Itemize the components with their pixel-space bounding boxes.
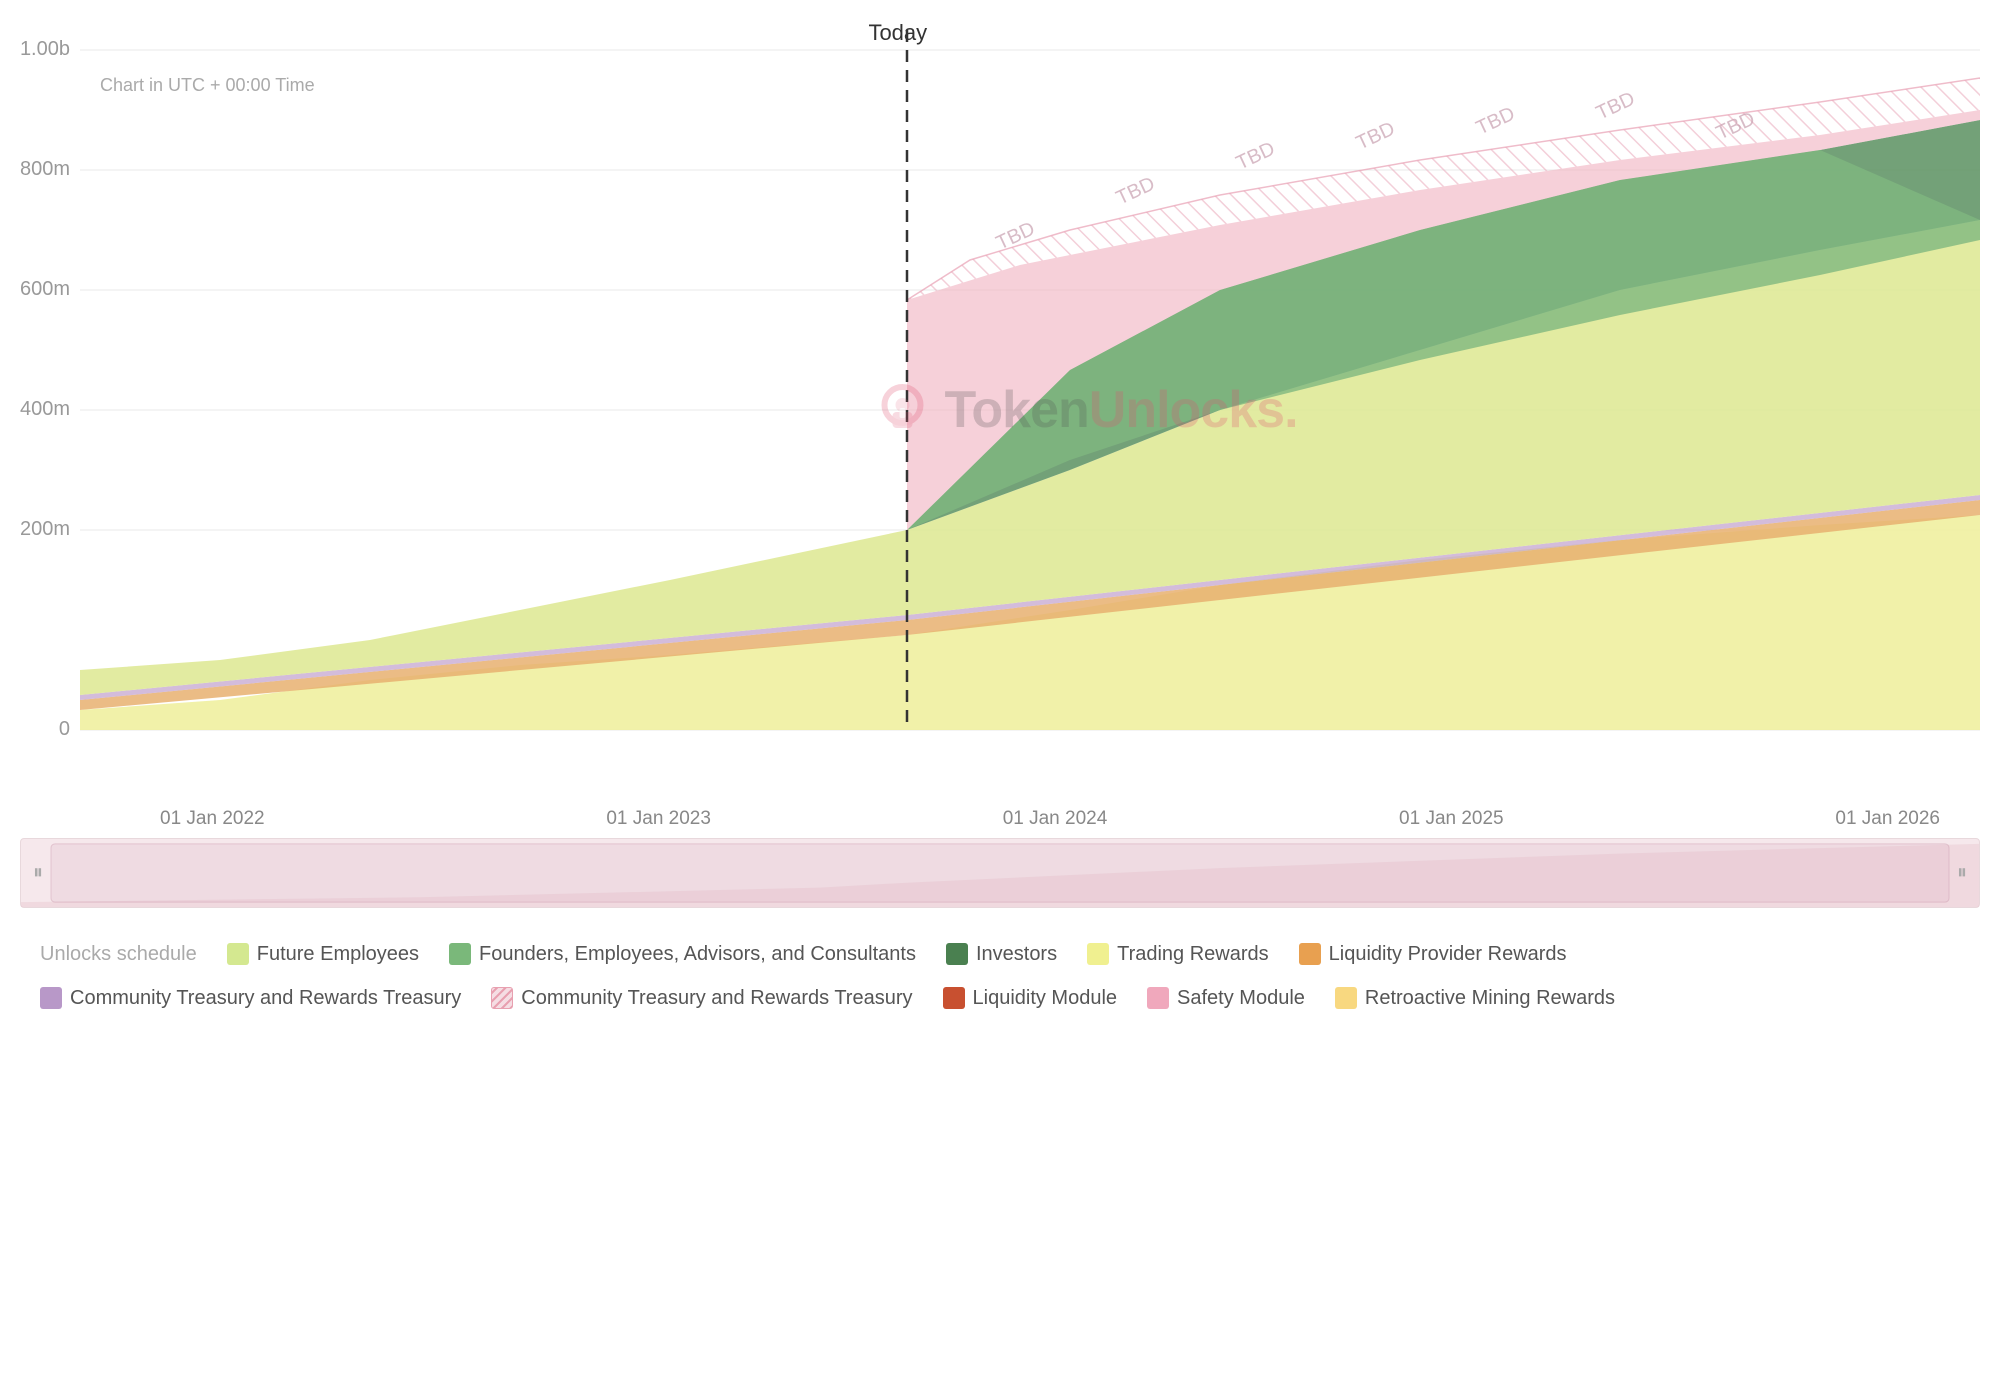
legend-item-community-treasury-solid: Community Treasury and Rewards Treasury (40, 982, 461, 1014)
legend-label-community-treasury-solid: Community Treasury and Rewards Treasury (70, 982, 461, 1014)
legend-swatch-community-treasury-solid (40, 987, 62, 1009)
scroll-right-btn[interactable]: ⏸ (1957, 862, 1967, 885)
svg-text:TBD: TBD (1593, 88, 1639, 125)
x-label-2026: 01 Jan 2026 (1835, 808, 1940, 830)
scroll-left-btn[interactable]: ⏸ (33, 862, 43, 885)
legend-swatch-liquidity-module (943, 987, 965, 1009)
chart-area: Chart in UTC + 00:00 Time Today 1.00b 80… (20, 20, 1980, 800)
legend-item-community-treasury-hatched: Community Treasury and Rewards Treasury (491, 982, 912, 1014)
scrollbar-chart (21, 839, 1979, 907)
svg-text:TBD: TBD (1113, 173, 1159, 210)
legend-item-liquidity-module: Liquidity Module (943, 982, 1118, 1014)
legend-item-retroactive-mining: Retroactive Mining Rewards (1335, 982, 1615, 1014)
x-label-2022: 01 Jan 2022 (160, 808, 265, 830)
legend-item-safety-module: Safety Module (1147, 982, 1305, 1014)
x-label-2023: 01 Jan 2023 (606, 808, 711, 830)
svg-text:400m: 400m (20, 398, 70, 420)
svg-text:200m: 200m (20, 518, 70, 540)
svg-text:600m: 600m (20, 278, 70, 300)
legend-item-trading-rewards: Trading Rewards (1087, 938, 1269, 970)
legend-item-liquidity-rewards: Liquidity Provider Rewards (1299, 938, 1567, 970)
legend-title: Unlocks schedule (40, 938, 197, 970)
legend-swatch-trading-rewards (1087, 943, 1109, 965)
legend-label-future-employees: Future Employees (257, 938, 419, 970)
legend-label-founders: Founders, Employees, Advisors, and Consu… (479, 938, 916, 970)
legend-swatch-founders (449, 943, 471, 965)
legend-label-liquidity-rewards: Liquidity Provider Rewards (1329, 938, 1567, 970)
svg-text:800m: 800m (20, 158, 70, 180)
legend-swatch-future-employees (227, 943, 249, 965)
legend-label-investors: Investors (976, 938, 1057, 970)
legend-item-investors: Investors (946, 938, 1057, 970)
scrollbar-area[interactable]: ⏸ ⏸ (20, 838, 1980, 908)
today-label: Today (868, 20, 927, 46)
svg-text:1.00b: 1.00b (20, 38, 70, 60)
legend-item-future-employees: Future Employees (227, 938, 419, 970)
legend-swatch-retroactive-mining (1335, 987, 1357, 1009)
svg-text:TBD: TBD (1233, 138, 1279, 175)
chart-svg: 1.00b 800m 600m 400m 200m 0 (20, 20, 1980, 800)
svg-text:TBD: TBD (1473, 103, 1519, 140)
legend-swatch-investors (946, 943, 968, 965)
utc-label: Chart in UTC + 00:00 Time (100, 75, 315, 96)
legend-swatch-liquidity-rewards (1299, 943, 1321, 965)
legend-label-trading-rewards: Trading Rewards (1117, 938, 1269, 970)
svg-text:0: 0 (59, 718, 70, 740)
legend-label-retroactive-mining: Retroactive Mining Rewards (1365, 982, 1615, 1014)
chart-container: Chart in UTC + 00:00 Time Today 1.00b 80… (0, 0, 2000, 1034)
x-axis: 01 Jan 2022 01 Jan 2023 01 Jan 2024 01 J… (20, 800, 1980, 838)
legend-area: Unlocks schedule Future Employees Founde… (20, 908, 1980, 1034)
legend-label-community-treasury-hatched: Community Treasury and Rewards Treasury (521, 982, 912, 1014)
legend-item-founders: Founders, Employees, Advisors, and Consu… (449, 938, 916, 970)
legend-row-2: Community Treasury and Rewards Treasury … (40, 982, 1960, 1014)
legend-label-liquidity-module: Liquidity Module (973, 982, 1118, 1014)
legend-swatch-community-treasury-hatched (491, 987, 513, 1009)
svg-text:TBD: TBD (1353, 118, 1399, 155)
legend-swatch-safety-module (1147, 987, 1169, 1009)
x-label-2025: 01 Jan 2025 (1399, 808, 1504, 830)
x-label-2024: 01 Jan 2024 (1003, 808, 1108, 830)
legend-label-safety-module: Safety Module (1177, 982, 1305, 1014)
